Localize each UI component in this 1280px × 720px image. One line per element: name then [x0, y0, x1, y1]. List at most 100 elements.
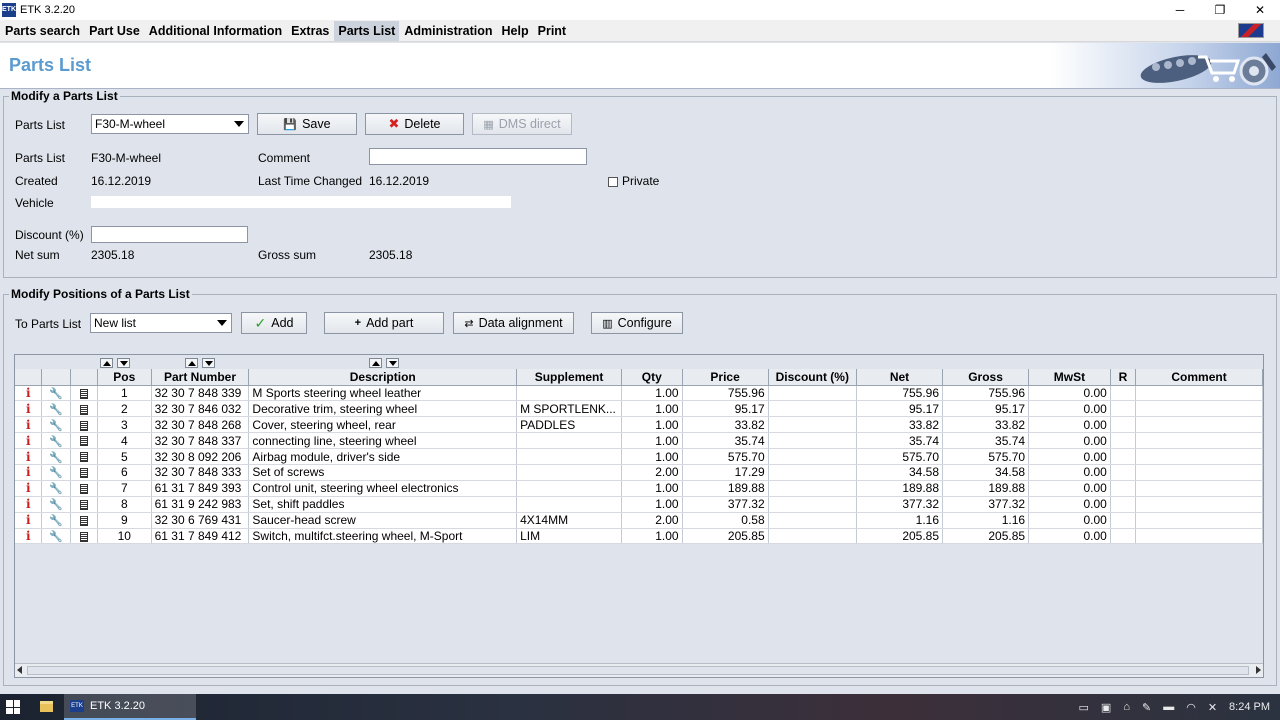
cell-price[interactable]: 33.82: [682, 416, 769, 434]
cell-r[interactable]: [1110, 464, 1137, 481]
cell-pos[interactable]: 4: [97, 432, 152, 450]
cell-mwst[interactable]: 0.00: [1028, 512, 1111, 529]
add-button[interactable]: ✓ Add: [241, 312, 307, 334]
cell-gross[interactable]: 755.96: [942, 385, 1030, 402]
col-price-header[interactable]: Price: [682, 369, 769, 386]
cell-r[interactable]: [1110, 496, 1137, 513]
cell-icon[interactable]: i: [15, 528, 43, 545]
cell-comment[interactable]: [1135, 385, 1263, 402]
table-row[interactable]: i 🔧 5 32 30 8 092 206 Airbag module, driver'…: [15, 448, 1263, 465]
document-icon[interactable]: [79, 452, 88, 463]
maximize-button[interactable]: ❐: [1200, 0, 1240, 20]
cell-price[interactable]: 95.17: [682, 400, 769, 418]
col-supplement-header[interactable]: Supplement: [516, 369, 622, 386]
cell-icon[interactable]: i: [15, 496, 43, 513]
cell-discount[interactable]: [768, 385, 857, 402]
cell-net[interactable]: 205.85: [856, 528, 944, 545]
cell-icon[interactable]: [70, 528, 99, 545]
cell-gross[interactable]: 95.17: [942, 400, 1030, 418]
parts-list-select[interactable]: F30-M-wheel: [91, 114, 249, 134]
info-icon[interactable]: i: [26, 402, 31, 416]
cell-icon[interactable]: [70, 385, 99, 402]
cell-description[interactable]: Decorative trim, steering wheel: [248, 400, 518, 418]
cell-discount[interactable]: [768, 432, 857, 450]
menu-help[interactable]: Help: [498, 21, 533, 41]
cell-comment[interactable]: [1135, 480, 1263, 497]
wrench-icon[interactable]: 🔧: [49, 420, 63, 432]
cell-description[interactable]: Cover, steering wheel, rear: [248, 416, 518, 434]
scroll-right-icon[interactable]: [1256, 666, 1261, 674]
cell-comment[interactable]: [1135, 432, 1263, 450]
menu-parts-list[interactable]: Parts List: [334, 20, 400, 41]
cell-discount[interactable]: [768, 400, 857, 418]
cell-mwst[interactable]: 0.00: [1028, 416, 1111, 434]
cell-description[interactable]: connecting line, steering wheel: [248, 432, 518, 450]
cell-gross[interactable]: 205.85: [942, 528, 1030, 545]
delete-button[interactable]: ✖ Delete: [365, 113, 464, 135]
info-icon[interactable]: i: [26, 529, 31, 543]
cell-icon[interactable]: [70, 512, 99, 529]
comment-input[interactable]: [369, 148, 587, 165]
cell-mwst[interactable]: 0.00: [1028, 464, 1111, 481]
scroll-left-icon[interactable]: [17, 666, 22, 674]
document-icon[interactable]: [79, 436, 88, 447]
cell-net[interactable]: 35.74: [856, 432, 944, 450]
cell-qty[interactable]: 1.00: [621, 528, 683, 545]
wrench-icon[interactable]: 🔧: [49, 467, 63, 479]
cell-price[interactable]: 189.88: [682, 480, 769, 497]
document-icon[interactable]: [79, 484, 88, 495]
cell-comment[interactable]: [1135, 416, 1263, 434]
cell-price[interactable]: 377.32: [682, 496, 769, 513]
cell-price[interactable]: 205.85: [682, 528, 769, 545]
cell-icon[interactable]: i: [15, 416, 43, 434]
cell-gross[interactable]: 575.70: [942, 448, 1030, 465]
cell-icon[interactable]: [70, 480, 99, 497]
cell-price[interactable]: 755.96: [682, 385, 769, 402]
cell-description[interactable]: Set, shift paddles: [248, 496, 518, 513]
cell-supplement[interactable]: LIM: [516, 528, 622, 545]
info-icon[interactable]: i: [26, 450, 31, 464]
cell-price[interactable]: 17.29: [682, 464, 769, 481]
col-r-header[interactable]: R: [1110, 369, 1137, 386]
windows-start-icon[interactable]: [6, 700, 20, 714]
cell-r[interactable]: [1110, 416, 1137, 434]
cell-discount[interactable]: [768, 496, 857, 513]
info-icon[interactable]: i: [26, 418, 31, 432]
cell-qty[interactable]: 1.00: [621, 416, 683, 434]
cell-icon[interactable]: [70, 496, 99, 513]
sort-desc-desc-icon[interactable]: [385, 357, 399, 368]
cell-icon[interactable]: i: [15, 512, 43, 529]
cell-icon[interactable]: 🔧: [41, 416, 71, 434]
dms-direct-button[interactable]: ▦ DMS direct: [472, 113, 572, 135]
cell-discount[interactable]: [768, 512, 857, 529]
sort-desc-asc-icon[interactable]: [368, 357, 382, 368]
cell-r[interactable]: [1110, 528, 1137, 545]
cell-part-number[interactable]: 32 30 6 769 431: [151, 512, 250, 529]
col-gross-header[interactable]: Gross: [942, 369, 1030, 386]
cell-mwst[interactable]: 0.00: [1028, 385, 1111, 402]
col-description-header[interactable]: Description: [248, 369, 518, 386]
cell-supplement[interactable]: [516, 464, 622, 481]
horizontal-scrollbar[interactable]: [15, 663, 1263, 677]
cell-icon[interactable]: 🔧: [41, 385, 71, 402]
cell-comment[interactable]: [1135, 528, 1263, 545]
cell-r[interactable]: [1110, 512, 1137, 529]
cell-gross[interactable]: 1.16: [942, 512, 1030, 529]
file-explorer-icon[interactable]: [40, 701, 53, 712]
cell-supplement[interactable]: 4X14MM: [516, 512, 622, 529]
cell-comment[interactable]: [1135, 496, 1263, 513]
menu-extras[interactable]: Extras: [287, 21, 333, 41]
cell-comment[interactable]: [1135, 512, 1263, 529]
cell-supplement[interactable]: [516, 480, 622, 497]
usb-icon[interactable]: ⌂: [1123, 701, 1130, 713]
info-icon[interactable]: i: [26, 513, 31, 527]
col-discount-header[interactable]: Discount (%): [768, 369, 857, 386]
info-icon[interactable]: i: [26, 465, 31, 479]
cell-part-number[interactable]: 61 31 7 849 412: [151, 528, 250, 545]
table-row[interactable]: i 🔧 8 61 31 9 242 983 Set, shift paddles 1.00…: [15, 496, 1263, 513]
cell-gross[interactable]: 33.82: [942, 416, 1030, 434]
document-icon[interactable]: [79, 515, 88, 526]
cell-part-number[interactable]: 32 30 7 846 032: [151, 400, 250, 418]
cell-part-number[interactable]: 61 31 7 849 393: [151, 480, 250, 497]
cell-icon[interactable]: i: [15, 432, 43, 450]
